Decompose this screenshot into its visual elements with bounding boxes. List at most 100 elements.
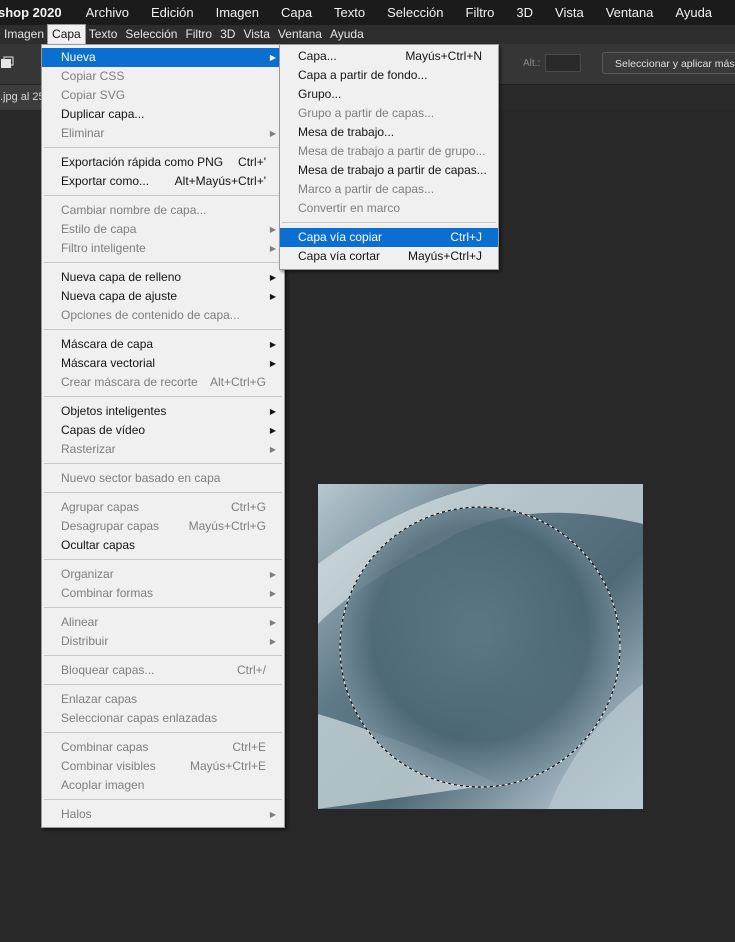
menu-item-label: Organizar — [61, 567, 114, 581]
menu-item-filtro-inteligente: Filtro inteligente ▶ — [42, 239, 284, 258]
menu-separator — [44, 329, 282, 330]
app-menu-ayuda[interactable]: Ayuda — [664, 5, 723, 20]
menu-item-nueva-capa-de-relleno[interactable]: Nueva capa de relleno ▶ — [42, 268, 284, 287]
menu-item-shortcut: Alt+Mayús+Ctrl+' — [174, 174, 266, 188]
menu-item-label: Combinar formas — [61, 586, 154, 600]
menu-item-capa-via-cortar[interactable]: Capa vía cortar Mayús+Ctrl+J — [280, 247, 498, 266]
menubar-imagen[interactable]: Imagen — [0, 25, 48, 44]
menu-item-label: Filtro inteligente — [61, 241, 146, 255]
menu-separator — [44, 655, 282, 656]
menu-item-exportar-como[interactable]: Exportar como... Alt+Mayús+Ctrl+' — [42, 172, 284, 191]
select-and-mask-button[interactable]: Seleccionar y aplicar máscara... — [602, 52, 735, 74]
menu-item-mesa-de-trabajo-a-partir-de-capas[interactable]: Mesa de trabajo a partir de capas... — [280, 161, 498, 180]
marquee-tool-icon[interactable] — [0, 56, 14, 70]
menu-separator — [44, 684, 282, 685]
menu-item-combinar-formas: Combinar formas ▶ — [42, 584, 284, 603]
menu-item-label: Distribuir — [61, 634, 109, 648]
menu-item-cambiar-nombre-de-capa: Cambiar nombre de capa... — [42, 201, 284, 220]
menu-item-shortcut: Mayús+Ctrl+N — [405, 49, 482, 63]
menu-item-grupo[interactable]: Grupo... — [280, 85, 498, 104]
submenu-arrow-icon: ▶ — [269, 407, 276, 416]
menu-item-capa[interactable]: Capa... Mayús+Ctrl+N — [280, 47, 498, 66]
menu-item-mesa-de-trabajo[interactable]: Mesa de trabajo... — [280, 123, 498, 142]
app-menubar: shop 2020 Archivo Edición Imagen Capa Texto S… — [0, 0, 735, 25]
menu-item-label: Capa... — [298, 49, 337, 63]
menu-item-grupo-a-partir-de-capas: Grupo a partir de capas... — [280, 104, 498, 123]
menu-item-mascara-vectorial[interactable]: Máscara vectorial ▶ — [42, 354, 284, 373]
submenu-arrow-icon: ▶ — [269, 359, 276, 368]
menu-item-mascara-de-capa[interactable]: Máscara de capa ▶ — [42, 335, 284, 354]
app-menu-3d[interactable]: 3D — [505, 5, 544, 20]
menubar-ayuda[interactable]: Ayuda — [326, 25, 368, 44]
menu-item-label: Estilo de capa — [61, 222, 137, 236]
menu-item-label: Capa a partir de fondo... — [298, 68, 428, 82]
menu-item-nuevo-sector-basado-en-capa: Nuevo sector basado en capa — [42, 469, 284, 488]
menu-item-label: Máscara vectorial — [61, 356, 156, 370]
menu-item-label: Convertir en marco — [298, 201, 401, 215]
submenu-arrow-icon: ▶ — [269, 292, 276, 301]
menu-separator — [44, 607, 282, 608]
submenu-arrow-icon: ▶ — [269, 589, 276, 598]
app-menu-list: Archivo Edición Imagen Capa Texto Selección Fi… — [86, 5, 723, 20]
menu-item-label: Acoplar imagen — [61, 778, 145, 792]
layer-menu: Nueva ▶ Copiar CSS Copiar SVG Duplicar capa.… — [41, 44, 285, 828]
menu-item-label: Cambiar nombre de capa... — [61, 203, 207, 217]
submenu-arrow-icon: ▶ — [269, 570, 276, 579]
menubar-texto[interactable]: Texto — [85, 25, 122, 44]
menu-item-capas-de-video[interactable]: Capas de vídeo ▶ — [42, 421, 284, 440]
app-menu-vista[interactable]: Vista — [544, 5, 595, 20]
app-menu-capa[interactable]: Capa — [270, 5, 323, 20]
menu-item-objetos-inteligentes[interactable]: Objetos inteligentes ▶ — [42, 402, 284, 421]
menu-item-marco-a-partir-de-capas: Marco a partir de capas... — [280, 180, 498, 199]
menubar-seleccion[interactable]: Selección — [121, 25, 181, 44]
menu-item-alinear: Alinear ▶ — [42, 613, 284, 632]
menu-item-label: Duplicar capa... — [61, 107, 145, 121]
document-canvas[interactable] — [318, 484, 643, 809]
app-name: shop 2020 — [0, 5, 62, 20]
menu-item-capa-via-copiar[interactable]: Capa vía copiar Ctrl+J — [280, 228, 498, 247]
menu-item-eliminar: Eliminar ▶ — [42, 124, 284, 143]
new-submenu: Capa... Mayús+Ctrl+N Capa a partir de fond… — [279, 44, 499, 270]
menu-item-nueva[interactable]: Nueva ▶ — [42, 48, 284, 67]
menu-item-shortcut: Ctrl+/ — [236, 663, 266, 677]
canvas-image — [318, 484, 643, 809]
menu-item-shortcut: Ctrl+G — [230, 500, 266, 514]
menu-item-label: Marco a partir de capas... — [298, 182, 435, 196]
menu-item-opciones-de-contenido-de-capa: Opciones de contenido de capa... — [42, 306, 284, 325]
submenu-arrow-icon: ▶ — [269, 340, 276, 349]
menu-item-label: Alinear — [61, 615, 99, 629]
app-menu-texto[interactable]: Texto — [323, 5, 376, 20]
app-menu-imagen[interactable]: Imagen — [205, 5, 270, 20]
app-menu-filtro[interactable]: Filtro — [455, 5, 506, 20]
menu-item-exportacion-rapida-como-png[interactable]: Exportación rápida como PNG Ctrl+' — [42, 153, 284, 172]
menu-item-label: Objetos inteligentes — [61, 404, 167, 418]
menubar-capa[interactable]: Capa — [47, 24, 86, 45]
height-input[interactable] — [545, 54, 581, 72]
menu-item-capa-a-partir-de-fondo[interactable]: Capa a partir de fondo... — [280, 66, 498, 85]
menu-item-enlazar-capas: Enlazar capas — [42, 690, 284, 709]
app-menu-seleccion[interactable]: Selección — [376, 5, 454, 20]
app-menu-ventana[interactable]: Ventana — [595, 5, 665, 20]
menubar-vista[interactable]: Vista — [239, 25, 273, 44]
menu-item-label: Grupo... — [298, 87, 342, 101]
menu-item-label: Opciones de contenido de capa... — [61, 308, 240, 322]
submenu-arrow-icon: ▶ — [269, 426, 276, 435]
menubar-ventana[interactable]: Ventana — [274, 25, 326, 44]
menubar-3d[interactable]: 3D — [216, 25, 239, 44]
menu-item-copiar-css: Copiar CSS — [42, 67, 284, 86]
menu-item-duplicar-capa[interactable]: Duplicar capa... — [42, 105, 284, 124]
menu-item-label: Crear máscara de recorte — [61, 375, 198, 389]
menu-item-label: Bloquear capas... — [61, 663, 155, 677]
menu-item-label: Ocultar capas — [61, 538, 136, 552]
menu-separator — [44, 492, 282, 493]
menu-item-mesa-de-trabajo-a-partir-de-grupo: Mesa de trabajo a partir de grupo... — [280, 142, 498, 161]
menu-separator — [44, 799, 282, 800]
menu-item-nueva-capa-de-ajuste[interactable]: Nueva capa de ajuste ▶ — [42, 287, 284, 306]
app-menu-archivo[interactable]: Archivo — [86, 5, 140, 20]
submenu-arrow-icon: ▶ — [269, 445, 276, 454]
app-menu-edicion[interactable]: Edición — [140, 5, 205, 20]
menubar-filtro[interactable]: Filtro — [181, 25, 216, 44]
ps-menubar: Imagen Capa Texto Selección Filtro 3D Vista Ven… — [0, 24, 735, 45]
menu-item-combinar-capas: Combinar capas Ctrl+E — [42, 738, 284, 757]
menu-item-ocultar-capas[interactable]: Ocultar capas — [42, 536, 284, 555]
